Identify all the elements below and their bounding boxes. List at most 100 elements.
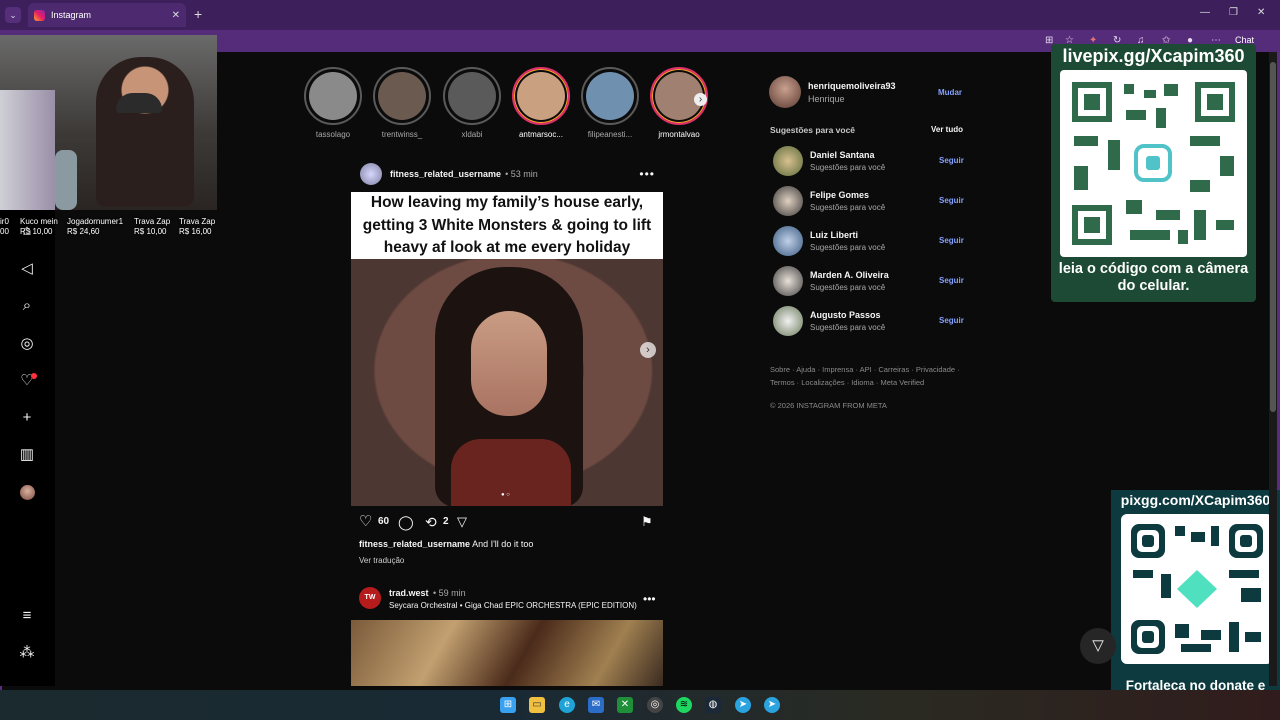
messages-floating-button[interactable]: ▽ [1080,628,1116,664]
edge-icon[interactable]: e [559,697,575,713]
search-icon[interactable]: ⌕ [18,297,36,315]
like-count: 60 [378,516,390,527]
suggestion-subtitle: Sugestões para você [810,243,886,252]
story-username: xldabi [461,130,483,139]
suggestion-name[interactable]: Daniel Santana [810,150,875,160]
suggestion-name[interactable]: Felipe Gomes [810,190,869,200]
caption-text: And I'll do it too [472,539,534,549]
account-username[interactable]: henriquemoliveira93 [808,81,896,91]
suggestion-avatar[interactable] [773,186,803,216]
profile-avatar[interactable] [20,485,35,500]
minimize-button[interactable]: — [1200,7,1210,18]
bottle [55,150,77,210]
donor-item: Jogadornumer1 R$ 24,60 [67,217,124,236]
see-translation-link[interactable]: Ver tradução [359,556,404,565]
account-avatar[interactable] [769,76,801,108]
suggestion-avatar[interactable] [773,146,803,176]
suggestion-avatar[interactable] [773,226,803,256]
share-icon[interactable]: ▽ [457,513,467,531]
app-icon[interactable]: ◎ [647,697,663,713]
suggestion-avatar[interactable] [773,266,803,296]
comment-icon[interactable]: ◯ [398,513,414,531]
livepix-qr-overlay: livepix.gg/Xcapim360 leia o código com a… [1051,44,1256,302]
qr-code-image [1121,514,1273,664]
follow-button[interactable]: Seguir [939,236,964,245]
story-avatar [448,72,496,120]
suggestion-item: Luiz Liberti Sugestões para você Seguir [773,226,964,256]
file-explorer-icon[interactable]: ▭ [529,697,545,713]
donor-item: Trava Zap R$ 10,00 [134,217,171,236]
suggestion-name[interactable]: Marden A. Oliveira [810,270,889,280]
story-avatar [309,72,357,120]
story-username: filipeanesti... [587,130,633,139]
story-item[interactable]: filipeanesti... [577,67,643,139]
windows-taskbar: ⊞ ▭ e ✉ ✕ ◎ ≋ ◍ ➤ ➤ [0,690,1280,720]
pixgg-qr-overlay: pixgg.com/XCapim360 Fortaleça no donate … [1111,490,1280,720]
post-image[interactable]: › ● ○ [351,259,663,506]
scrollbar-thumb[interactable] [1270,62,1276,412]
messages-icon[interactable]: ◁ [18,260,36,278]
donor-item: Kuco mein R$ 10,00 [20,217,58,236]
like-icon[interactable]: ♡ [359,513,372,531]
suggestion-item: Daniel Santana Sugestões para você Segui… [773,146,964,176]
maximize-button[interactable]: ❐ [1229,7,1238,18]
create-icon[interactable]: + [18,409,36,427]
steam-icon[interactable]: ◍ [705,697,721,713]
tab-title: Instagram [51,10,92,20]
post-author-avatar[interactable]: TW [359,587,381,609]
follow-button[interactable]: Seguir [939,276,964,285]
post-options-icon[interactable]: ••• [639,167,655,181]
follow-button[interactable]: Seguir [939,196,964,205]
close-window-button[interactable]: ✕ [1257,7,1265,18]
story-item[interactable]: trentwinss_ [369,67,435,139]
explore-icon[interactable]: ◎ [18,335,36,353]
footer-links[interactable]: Sobre · Ajuda · Imprensa · API · Carreir… [770,363,970,389]
suggestion-item: Felipe Gomes Sugestões para você Seguir [773,186,964,216]
suggestion-name[interactable]: Luiz Liberti [810,230,858,240]
switch-account-link[interactable]: Mudar [938,88,962,97]
post-caption: fitness_related_username And I'll do it … [359,539,533,549]
dashboard-icon[interactable]: ▥ [18,446,36,464]
donor-item: Trava Zap R$ 16,00 [179,217,216,236]
telegram-secondary-icon[interactable]: ➤ [764,697,780,713]
post-author-username[interactable]: fitness_related_username [390,169,501,179]
qr-code-image [1060,70,1247,257]
story-item[interactable]: antmarsoc... [508,67,574,139]
suggestion-subtitle: Sugestões para você [810,323,886,332]
follow-button[interactable]: Seguir [939,156,964,165]
repost-count: 2 [443,516,449,527]
close-tab-icon[interactable]: ✕ [172,10,180,21]
tab-instagram[interactable]: Instagram ✕ [28,3,186,27]
carousel-next-icon[interactable]: › [640,342,656,358]
caption-username[interactable]: fitness_related_username [359,539,470,549]
suggestion-subtitle: Sugestões para você [810,283,886,292]
also-from-meta-icon[interactable]: ⁂ [18,644,36,662]
suggestion-name[interactable]: Augusto Passos [810,310,881,320]
story-item[interactable]: tassolago [300,67,366,139]
spotify-icon[interactable]: ≋ [676,697,692,713]
repost-icon[interactable]: ⟲ [425,513,437,531]
start-icon[interactable]: ⊞ [500,697,516,713]
story-item[interactable]: xldabi [439,67,505,139]
stories-next-icon[interactable]: › [694,93,707,106]
image-face [471,311,547,416]
tab-actions-icon[interactable]: ⌄ [5,7,21,23]
see-all-link[interactable]: Ver tudo [931,125,963,134]
menu-icon[interactable]: ≡ [18,607,36,625]
mail-icon[interactable]: ✉ [588,697,604,713]
post-audio[interactable]: Seycara Orchestral • Giga Chad EPIC ORCH… [389,601,637,610]
post-author-username[interactable]: trad.west [389,588,429,598]
follow-button[interactable]: Seguir [939,316,964,325]
post-time: • 59 min [433,588,466,598]
suggestion-avatar[interactable] [773,306,803,336]
post-author-avatar[interactable] [360,163,382,185]
telegram-icon[interactable]: ➤ [735,697,751,713]
page-scrollbar[interactable] [1269,52,1277,686]
post-options-icon[interactable]: ••• [643,592,656,606]
cap [116,93,162,113]
save-icon[interactable]: ⚑ [641,513,653,531]
xbox-icon[interactable]: ✕ [617,697,633,713]
post-image[interactable] [351,620,663,686]
donor-ticker: ir0 00 Kuco mein R$ 10,00 Jogadornumer1 R$ … [0,217,222,241]
new-tab-button[interactable]: + [194,6,202,22]
